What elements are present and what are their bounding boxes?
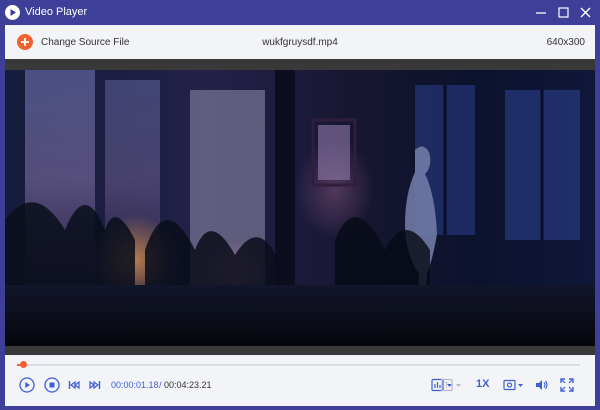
speed-button[interactable]: 1X bbox=[476, 378, 489, 391]
close-icon[interactable] bbox=[577, 4, 594, 21]
fullscreen-icon[interactable] bbox=[560, 377, 574, 393]
title-bar: Video Player bbox=[0, 0, 600, 25]
snapshot-dropdown[interactable] bbox=[503, 377, 529, 393]
window-title: Video Player bbox=[25, 6, 88, 18]
play-icon[interactable] bbox=[19, 377, 35, 393]
seek-bar[interactable] bbox=[17, 361, 580, 368]
seek-handle[interactable] bbox=[19, 361, 27, 368]
play-logo-icon bbox=[5, 5, 20, 20]
fast-forward-icon[interactable] bbox=[88, 377, 102, 393]
volume-icon[interactable] bbox=[535, 377, 549, 393]
current-time: 00:00:01.18 bbox=[111, 380, 159, 390]
resolution-label: 640x300 bbox=[546, 37, 585, 48]
svg-text:T: T bbox=[444, 381, 449, 390]
maximize-icon[interactable] bbox=[555, 4, 572, 21]
stop-icon[interactable] bbox=[44, 377, 60, 393]
total-time: 00:04:23.21 bbox=[164, 380, 212, 390]
rewind-icon[interactable] bbox=[67, 377, 81, 393]
subtitle-disabled-icon[interactable]: T bbox=[441, 377, 467, 393]
video-frame[interactable] bbox=[5, 70, 595, 346]
minimize-icon[interactable] bbox=[533, 4, 550, 21]
time-separator: / bbox=[159, 380, 162, 390]
player-header: Change Source File wukfgruysdf.mp4 640x3… bbox=[5, 25, 595, 59]
file-name: wukfgruysdf.mp4 bbox=[262, 37, 338, 48]
